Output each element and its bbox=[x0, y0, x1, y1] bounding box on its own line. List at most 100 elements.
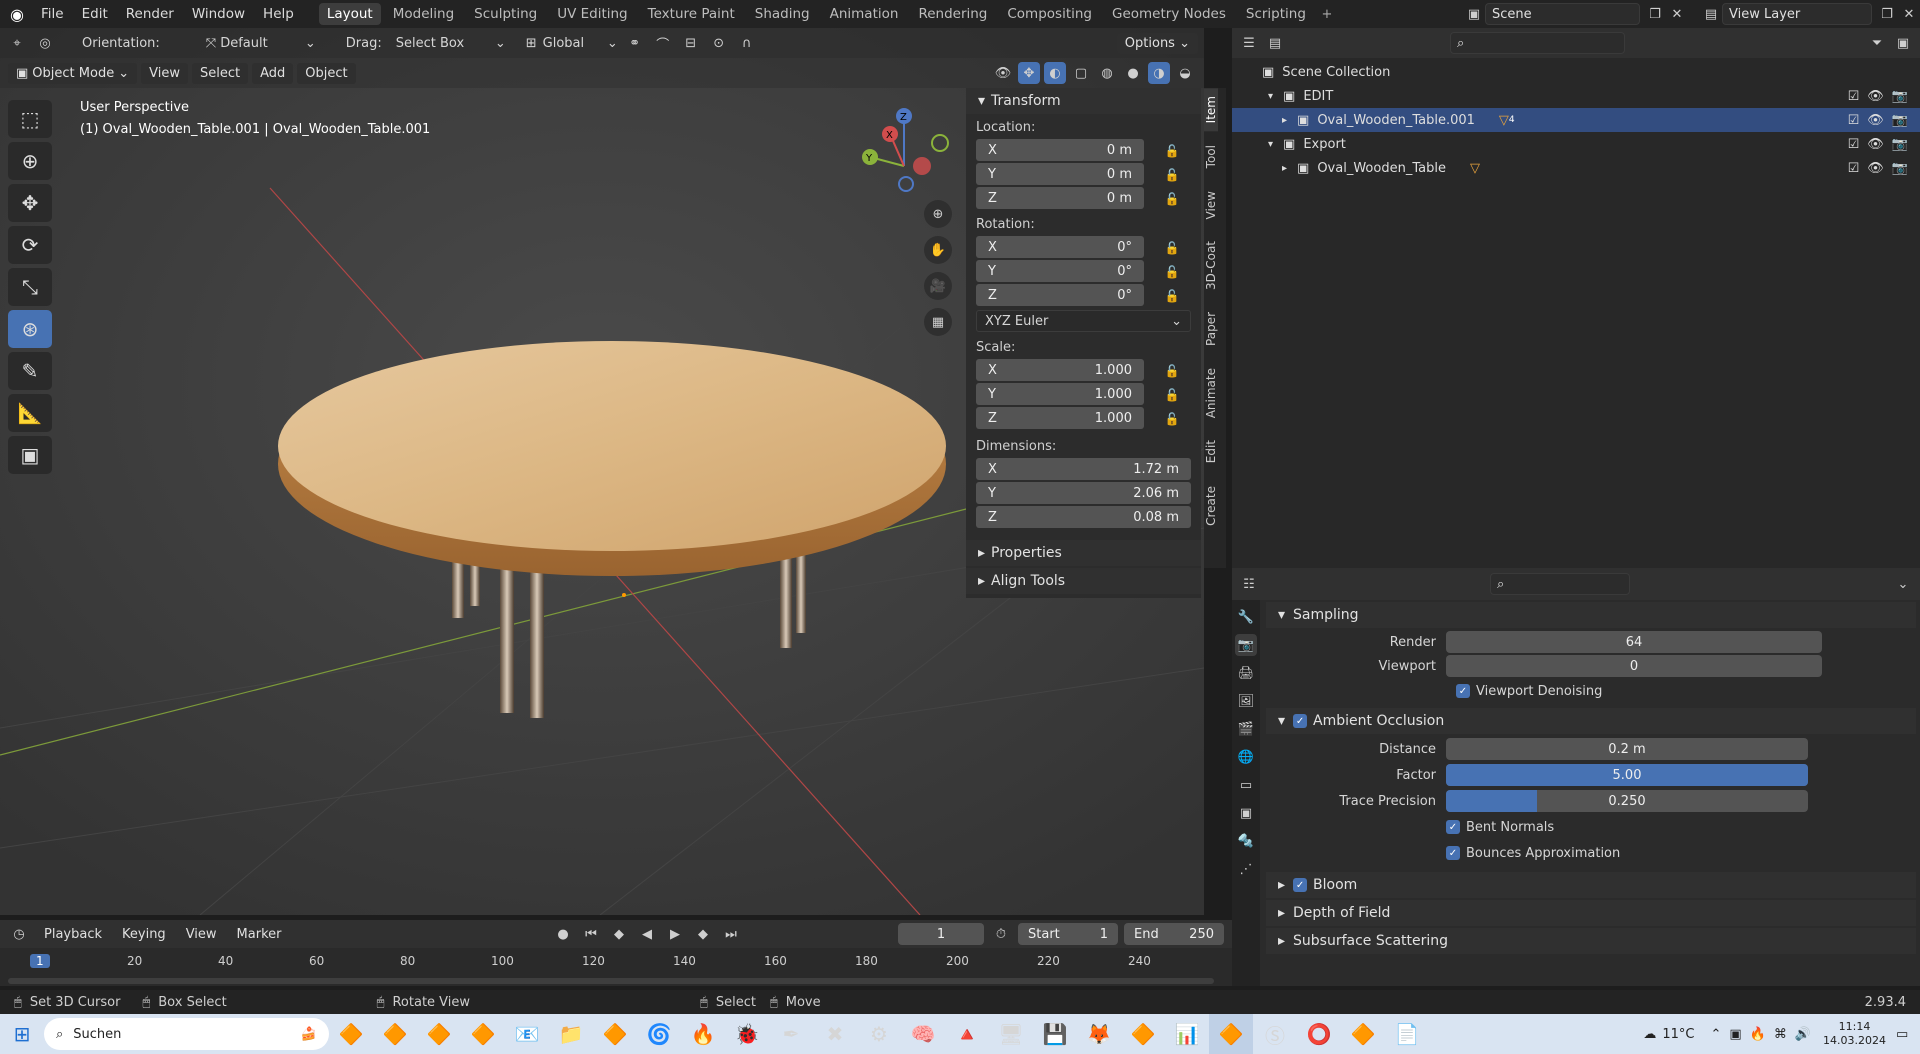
blender-app-icon-6[interactable]: 🔶 bbox=[1121, 1014, 1165, 1054]
scale-icon[interactable]: ⤡ bbox=[8, 268, 52, 306]
blender-active-icon[interactable]: 🔶 bbox=[1209, 1014, 1253, 1054]
lock-icon[interactable]: 🔓 bbox=[1162, 168, 1182, 182]
tab-rendering[interactable]: Rendering bbox=[910, 3, 995, 25]
rendered-shading-icon[interactable]: ◒ bbox=[1174, 62, 1196, 84]
vlc-icon[interactable]: 🔺 bbox=[945, 1014, 989, 1054]
expand-icon[interactable]: ▸ bbox=[1282, 115, 1287, 126]
rotation-z-field[interactable]: Z 0° bbox=[976, 284, 1144, 306]
spreadsheet-icon[interactable]: 📊 bbox=[1165, 1014, 1209, 1054]
bloom-header[interactable]: ▸ ✓ Bloom bbox=[1266, 872, 1916, 898]
render-tab-icon[interactable]: 📷 bbox=[1235, 634, 1257, 656]
factor-field[interactable]: 5.00 bbox=[1446, 764, 1808, 786]
location-y-field[interactable]: Y 0 m bbox=[976, 163, 1144, 185]
render-camera-icon[interactable]: 📷 bbox=[1892, 161, 1908, 176]
menu-window[interactable]: Window bbox=[183, 6, 254, 22]
tab-uv-editing[interactable]: UV Editing bbox=[549, 3, 635, 25]
document-icon[interactable]: 📄 bbox=[1385, 1014, 1429, 1054]
play-icon[interactable]: ▶ bbox=[664, 923, 686, 945]
sidebar-tab-view[interactable]: View bbox=[1204, 183, 1218, 227]
rotation-y-field[interactable]: Y 0° bbox=[976, 260, 1144, 282]
exclude-checkbox-icon[interactable]: ☑ bbox=[1848, 137, 1860, 152]
green-app-icon[interactable]: ✖ bbox=[813, 1014, 857, 1054]
tab-modeling[interactable]: Modeling bbox=[385, 3, 462, 25]
jump-start-icon[interactable]: ⏮ bbox=[580, 923, 602, 945]
outliner-row[interactable]: ▾ ▣ Export ☑ 👁 📷 bbox=[1232, 132, 1920, 156]
prev-keyframe-icon[interactable]: ◆ bbox=[608, 923, 630, 945]
bent-normals-checkbox[interactable]: ✓ bbox=[1446, 820, 1460, 834]
exclude-checkbox-icon[interactable]: ☑ bbox=[1848, 161, 1860, 176]
add-cube-icon[interactable]: ▣ bbox=[8, 436, 52, 474]
tab-sculpting[interactable]: Sculpting bbox=[466, 3, 545, 25]
sidebar-tab-3d-coat[interactable]: 3D-Coat bbox=[1204, 233, 1218, 298]
material-shading-icon[interactable]: ◑ bbox=[1148, 62, 1170, 84]
inkscape-icon[interactable]: ✒ bbox=[769, 1014, 813, 1054]
opera-icon[interactable]: ⭕ bbox=[1297, 1014, 1341, 1054]
properties-header[interactable]: ▸ Properties bbox=[966, 540, 1201, 566]
lock-icon[interactable]: 🔓 bbox=[1162, 388, 1182, 402]
expand-icon[interactable]: ▾ bbox=[1268, 91, 1273, 102]
ortho-grid-icon[interactable]: ▦ bbox=[924, 308, 952, 336]
menu-edit[interactable]: Edit bbox=[73, 6, 117, 22]
lock-icon[interactable]: 🔓 bbox=[1162, 364, 1182, 378]
visibility-icon[interactable]: 👁 bbox=[992, 62, 1014, 84]
timeline-menu-keying[interactable]: Keying bbox=[114, 924, 174, 945]
jump-end-icon[interactable]: ⏭ bbox=[720, 923, 742, 945]
transform-header[interactable]: ▾ Transform bbox=[966, 88, 1201, 114]
lock-icon[interactable]: 🔓 bbox=[1162, 144, 1182, 158]
view-layer-selector[interactable]: View Layer bbox=[1722, 3, 1872, 25]
menu-help[interactable]: Help bbox=[254, 6, 303, 22]
remove-layer-icon[interactable]: ✕ bbox=[1898, 3, 1920, 25]
particles-tab-icon[interactable]: ⋰ bbox=[1235, 858, 1257, 880]
start-frame-field[interactable]: Start 1 bbox=[1018, 923, 1118, 945]
snap-target-icon[interactable]: ⊟ bbox=[680, 32, 702, 54]
skype-icon[interactable]: Ⓢ bbox=[1253, 1014, 1297, 1054]
sidebar-tab-edit[interactable]: Edit bbox=[1204, 432, 1218, 471]
tab-geometry-nodes[interactable]: Geometry Nodes bbox=[1104, 3, 1234, 25]
scene-icon[interactable]: ▣ bbox=[1463, 3, 1485, 25]
scene-tab-icon[interactable]: 🎬 bbox=[1235, 718, 1257, 740]
edge-icon[interactable]: 🌀 bbox=[637, 1014, 681, 1054]
menu-file[interactable]: File bbox=[32, 6, 73, 22]
expand-icon[interactable]: ▸ bbox=[1282, 163, 1287, 174]
blender-app-icon-7[interactable]: 🔶 bbox=[1341, 1014, 1385, 1054]
sampling-header[interactable]: ▾ Sampling bbox=[1266, 602, 1916, 628]
volume-icon[interactable]: 🔊 bbox=[1795, 1027, 1811, 1042]
overlay-icon[interactable]: ◐ bbox=[1044, 62, 1066, 84]
scene-collection-row[interactable]: ▣ Scene Collection bbox=[1232, 60, 1920, 84]
render-camera-icon[interactable]: 📷 bbox=[1892, 113, 1908, 128]
remove-scene-icon[interactable]: ✕ bbox=[1666, 3, 1688, 25]
distance-field[interactable]: 0.2 m bbox=[1446, 738, 1808, 760]
copy-scene-icon[interactable]: ❐ bbox=[1644, 3, 1666, 25]
add-workspace-icon[interactable]: + bbox=[1316, 3, 1338, 25]
new-collection-icon[interactable]: ▣ bbox=[1892, 32, 1914, 54]
save-app-icon[interactable]: 💾 bbox=[1033, 1014, 1077, 1054]
transform-icon[interactable]: ⊛ bbox=[8, 310, 52, 348]
eye-icon[interactable]: 👁 bbox=[1867, 137, 1884, 152]
display-mode-icon[interactable]: ▤ bbox=[1264, 32, 1286, 54]
mesh-data-icon[interactable]: ▽ bbox=[1499, 113, 1509, 128]
menu-add[interactable]: Add bbox=[252, 62, 294, 84]
sidebar-tab-animate[interactable]: Animate bbox=[1204, 360, 1218, 426]
next-keyframe-icon[interactable]: ◆ bbox=[692, 923, 714, 945]
lock-icon[interactable]: 🔓 bbox=[1162, 289, 1182, 303]
timeline-ruler[interactable]: 1 20 40 60 80 100 120 140 160 180 200 220 240 bbox=[0, 950, 1220, 976]
menu-select[interactable]: Select bbox=[191, 62, 249, 84]
lock-icon[interactable]: 🔓 bbox=[1162, 192, 1182, 206]
options-button[interactable]: Options ⌄ bbox=[1116, 32, 1198, 54]
terminal-icon[interactable]: 🖥 bbox=[989, 1014, 1033, 1054]
lock-icon[interactable]: 🔓 bbox=[1162, 241, 1182, 255]
blender-app-icon-3[interactable]: 🔶 bbox=[417, 1014, 461, 1054]
scale-x-field[interactable]: X 1.000 bbox=[976, 359, 1144, 381]
notification-icon[interactable]: ▭ bbox=[1896, 1027, 1920, 1042]
pan-icon[interactable]: ✋ bbox=[924, 236, 952, 264]
measure-icon[interactable]: 📐 bbox=[8, 394, 52, 432]
filter-icon[interactable]: ⏷ bbox=[1866, 32, 1888, 54]
zoom-icon[interactable]: ⊕ bbox=[924, 200, 952, 228]
copy-layer-icon[interactable]: ❐ bbox=[1876, 3, 1898, 25]
play-reverse-icon[interactable]: ◀ bbox=[636, 923, 658, 945]
location-x-field[interactable]: X 0 m bbox=[976, 139, 1144, 161]
brain-app-icon[interactable]: 🧠 bbox=[901, 1014, 945, 1054]
app-icon-gear[interactable]: ⚙ bbox=[857, 1014, 901, 1054]
pivot-point-icon[interactable]: ⚭ bbox=[624, 32, 646, 54]
outliner-editor-icon[interactable]: ☰ bbox=[1238, 32, 1260, 54]
